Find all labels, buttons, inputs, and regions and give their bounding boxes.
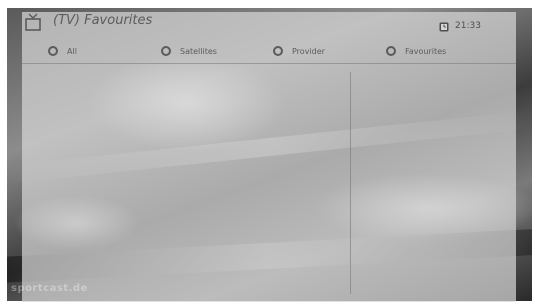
tab-label: All	[67, 46, 77, 56]
filter-tabs: All Satellites Provider Favourites	[22, 44, 516, 60]
tab-label: Favourites	[405, 46, 447, 56]
clock-time: 21:33	[455, 21, 481, 31]
radio-icon	[273, 46, 283, 56]
channel-list[interactable]	[22, 66, 349, 300]
header-separator	[22, 63, 516, 64]
tab-satellites[interactable]: Satellites	[161, 44, 217, 58]
page-title: (TV) Favourites	[53, 13, 153, 28]
clock-icon	[439, 22, 449, 32]
radio-icon	[48, 46, 58, 56]
tab-all[interactable]: All	[48, 44, 77, 58]
channel-info-pane	[352, 66, 516, 300]
watermark: sportcast.de	[11, 283, 88, 294]
radio-icon	[161, 46, 171, 56]
pane-divider	[350, 72, 351, 294]
tab-provider[interactable]: Provider	[273, 44, 325, 58]
tab-label: Provider	[292, 46, 325, 56]
tv-icon	[25, 13, 41, 31]
tab-label: Satellites	[180, 46, 217, 56]
tab-favourites[interactable]: Favourites	[386, 44, 446, 58]
radio-icon	[386, 46, 396, 56]
